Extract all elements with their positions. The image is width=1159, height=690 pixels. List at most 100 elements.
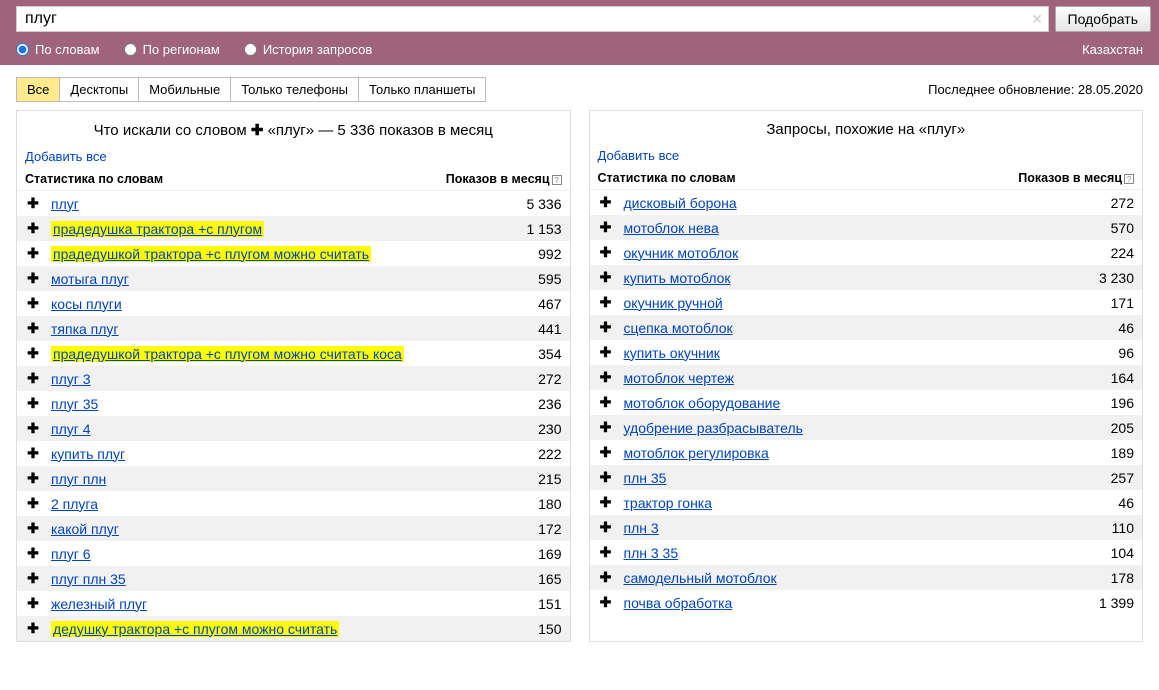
- add-keyword-icon[interactable]: ✚: [25, 570, 41, 587]
- add-keyword-icon[interactable]: ✚: [598, 569, 614, 586]
- device-tab[interactable]: Все: [16, 77, 60, 102]
- add-keyword-icon[interactable]: ✚: [598, 294, 614, 311]
- add-keyword-icon[interactable]: ✚: [598, 219, 614, 236]
- add-keyword-icon[interactable]: ✚: [598, 444, 614, 461]
- keyword-row: ✚самодельный мотоблок178: [590, 565, 1143, 590]
- keyword-link[interactable]: трактор гонка: [624, 495, 713, 511]
- keyword-link[interactable]: окучник мотоблок: [624, 245, 739, 261]
- keyword-term: плн 35: [614, 470, 1055, 486]
- keyword-link[interactable]: дисковый борона: [624, 195, 737, 211]
- filter-history[interactable]: История запросов: [244, 42, 373, 57]
- add-keyword-icon[interactable]: ✚: [25, 370, 41, 387]
- add-keyword-icon[interactable]: ✚: [25, 620, 41, 637]
- add-keyword-icon[interactable]: ✚: [25, 220, 41, 237]
- filter-by-regions[interactable]: По регионам: [124, 42, 220, 57]
- keyword-link[interactable]: плуг 4: [51, 421, 91, 437]
- keyword-link[interactable]: самодельный мотоблок: [624, 570, 777, 586]
- add-keyword-icon[interactable]: ✚: [25, 270, 41, 287]
- device-tab[interactable]: Десктопы: [59, 77, 139, 102]
- keyword-term: дедушку трактора +с плугом можно считать: [41, 621, 482, 637]
- left-add-all-link[interactable]: Добавить все: [17, 145, 570, 170]
- keyword-link[interactable]: плуг 6: [51, 546, 91, 562]
- keyword-link[interactable]: мотоблок регулировка: [624, 445, 769, 461]
- add-keyword-icon[interactable]: ✚: [598, 469, 614, 486]
- keyword-link[interactable]: дедушку трактора +с плугом можно считать: [51, 621, 339, 637]
- keyword-link[interactable]: плуг: [51, 196, 79, 212]
- keyword-link[interactable]: плн 3: [624, 520, 659, 536]
- keyword-link[interactable]: плуг 35: [51, 396, 98, 412]
- add-keyword-icon[interactable]: ✚: [25, 520, 41, 537]
- keyword-link[interactable]: мотоблок нева: [624, 220, 719, 236]
- add-keyword-icon[interactable]: ✚: [25, 595, 41, 612]
- filter-history-radio[interactable]: [244, 43, 257, 56]
- add-keyword-icon[interactable]: ✚: [598, 369, 614, 386]
- device-tab[interactable]: Только телефоны: [230, 77, 359, 102]
- keyword-term: плуг плн 35: [41, 571, 482, 587]
- submit-button[interactable]: Подобрать: [1055, 6, 1152, 32]
- keyword-link[interactable]: плуг 3: [51, 371, 91, 387]
- add-keyword-icon[interactable]: ✚: [598, 594, 614, 611]
- filter-by-words[interactable]: По словам: [16, 42, 100, 57]
- keyword-link[interactable]: купить плуг: [51, 446, 125, 462]
- left-panel: Что искали со словом ✚ «плуг» — 5 336 по…: [16, 110, 571, 642]
- add-keyword-icon[interactable]: ✚: [25, 345, 41, 362]
- keyword-link[interactable]: плуг плн: [51, 471, 106, 487]
- add-keyword-icon[interactable]: ✚: [598, 419, 614, 436]
- add-keyword-icon[interactable]: ✚: [598, 544, 614, 561]
- region-label[interactable]: Казахстан: [1082, 42, 1143, 57]
- add-keyword-icon[interactable]: ✚: [598, 194, 614, 211]
- keyword-link[interactable]: мотыга плуг: [51, 271, 129, 287]
- plus-icon: ✚: [251, 121, 264, 139]
- keyword-link[interactable]: купить мотоблок: [624, 270, 731, 286]
- device-tab[interactable]: Только планшеты: [358, 77, 486, 102]
- add-keyword-icon[interactable]: ✚: [25, 320, 41, 337]
- device-tab[interactable]: Мобильные: [138, 77, 231, 102]
- left-column-headers: Статистика по словам Показов в месяц?: [17, 170, 570, 191]
- keyword-link[interactable]: сцепка мотоблок: [624, 320, 733, 336]
- search-input[interactable]: [16, 6, 1049, 32]
- keyword-link[interactable]: купить окучник: [624, 345, 720, 361]
- keyword-link[interactable]: мотоблок оборудование: [624, 395, 781, 411]
- clear-input-icon[interactable]: ✕: [1029, 11, 1045, 27]
- add-keyword-icon[interactable]: ✚: [25, 295, 41, 312]
- keyword-link[interactable]: прадедушка трактора +с плугом: [51, 221, 264, 237]
- keyword-link[interactable]: удобрение разбрасыватель: [624, 420, 803, 436]
- last-update-label: Последнее обновление: 28.05.2020: [928, 82, 1143, 97]
- add-keyword-icon[interactable]: ✚: [598, 494, 614, 511]
- keyword-count: 196: [1054, 395, 1134, 411]
- add-keyword-icon[interactable]: ✚: [598, 394, 614, 411]
- keyword-link[interactable]: прадедушкой трактора +с плугом можно счи…: [51, 246, 371, 262]
- keyword-count: 1 399: [1054, 595, 1134, 611]
- right-add-all-link[interactable]: Добавить все: [590, 144, 1143, 169]
- add-keyword-icon[interactable]: ✚: [25, 245, 41, 262]
- add-keyword-icon[interactable]: ✚: [25, 195, 41, 212]
- keyword-link[interactable]: почва обработка: [624, 595, 733, 611]
- add-keyword-icon[interactable]: ✚: [598, 269, 614, 286]
- help-icon[interactable]: ?: [1124, 174, 1134, 184]
- add-keyword-icon[interactable]: ✚: [25, 495, 41, 512]
- add-keyword-icon[interactable]: ✚: [25, 445, 41, 462]
- keyword-link[interactable]: мотоблок чертеж: [624, 370, 734, 386]
- keyword-link[interactable]: окучник ручной: [624, 295, 723, 311]
- keyword-link[interactable]: 2 плуга: [51, 496, 98, 512]
- add-keyword-icon[interactable]: ✚: [25, 470, 41, 487]
- add-keyword-icon[interactable]: ✚: [25, 420, 41, 437]
- keyword-link[interactable]: плуг плн 35: [51, 571, 126, 587]
- keyword-link[interactable]: плн 3 35: [624, 545, 679, 561]
- keyword-link[interactable]: тяпка плуг: [51, 321, 119, 337]
- filter-by-words-radio[interactable]: [16, 43, 29, 56]
- keyword-link[interactable]: плн 35: [624, 470, 667, 486]
- keyword-link[interactable]: какой плуг: [51, 521, 119, 537]
- help-icon[interactable]: ?: [552, 175, 562, 185]
- add-keyword-icon[interactable]: ✚: [25, 395, 41, 412]
- keyword-term: плуг плн: [41, 471, 482, 487]
- add-keyword-icon[interactable]: ✚: [598, 344, 614, 361]
- keyword-link[interactable]: железный плуг: [51, 596, 147, 612]
- keyword-link[interactable]: косы плуги: [51, 296, 122, 312]
- filter-by-regions-radio[interactable]: [124, 43, 137, 56]
- add-keyword-icon[interactable]: ✚: [598, 244, 614, 261]
- add-keyword-icon[interactable]: ✚: [598, 319, 614, 336]
- add-keyword-icon[interactable]: ✚: [598, 519, 614, 536]
- add-keyword-icon[interactable]: ✚: [25, 545, 41, 562]
- keyword-link[interactable]: прадедушкой трактора +с плугом можно счи…: [51, 346, 404, 362]
